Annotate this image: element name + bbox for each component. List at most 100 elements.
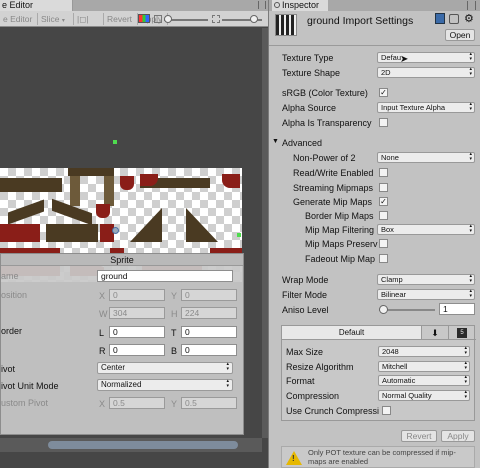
read-write-checkbox[interactable] [379, 168, 388, 177]
generate-mipmaps-label: Generate Mip Maps [293, 197, 373, 207]
resize-algorithm-dropdown[interactable]: Mitchell [378, 361, 470, 372]
open-button[interactable]: Open [445, 29, 475, 41]
streaming-mipmaps-checkbox[interactable] [379, 183, 388, 192]
tile [68, 168, 114, 176]
wrap-mode-dropdown[interactable]: Clamp [377, 274, 475, 285]
fadeout-mipmaps-checkbox[interactable] [379, 254, 388, 263]
resize-algorithm-label: Resize Algorithm [286, 362, 354, 372]
l-label: L [99, 328, 105, 338]
border-r-field[interactable]: 0 [109, 344, 165, 356]
editor-mode-dropdown[interactable]: e Editor ▾ [0, 13, 38, 36]
generate-mipmaps-checkbox[interactable]: ✓ [379, 197, 388, 206]
inspector-tab-label: Inspector [282, 0, 320, 10]
format-label: Format [286, 376, 315, 386]
mip-preserve-checkbox[interactable] [379, 239, 388, 248]
apply-button[interactable]: Apply [441, 430, 475, 442]
read-write-label: Read/Write Enabled [293, 168, 374, 178]
sprite-corner-handle[interactable] [237, 233, 241, 237]
crunch-compression-checkbox[interactable] [382, 406, 391, 415]
trim-button[interactable]: |◻| [74, 13, 104, 25]
tile [0, 178, 62, 192]
position-y-field[interactable]: 0 [181, 289, 237, 301]
tile [100, 224, 114, 242]
mip-filtering-dropdown[interactable]: Box [377, 224, 475, 235]
format-dropdown[interactable]: Automatic [378, 375, 470, 386]
w-label: W [99, 309, 108, 319]
tab-menu-icon[interactable] [467, 1, 476, 10]
aniso-level-field[interactable]: 1 [439, 303, 475, 315]
max-size-dropdown[interactable]: 2048 [378, 346, 470, 357]
border-b-field[interactable]: 0 [181, 344, 237, 356]
advanced-foldout[interactable]: Advanced [282, 138, 322, 148]
pivot-unit-mode-dropdown[interactable]: Normalized [97, 379, 233, 391]
position-label: osition [1, 290, 28, 300]
mip-small-icon [212, 15, 220, 23]
custom-pivot-label: ustom Pivot [1, 398, 49, 408]
inspector-tab[interactable]: Inspector [272, 0, 328, 11]
filter-mode-dropdown[interactable]: Bilinear [377, 289, 475, 300]
sprite-editor-tab[interactable]: e Editor [0, 0, 73, 11]
texture-thumbnail-icon [275, 14, 297, 36]
alpha-slider-thumb[interactable] [164, 15, 172, 23]
custom-pivot-x-field[interactable]: 0.5 [109, 397, 165, 409]
triangle-down-icon[interactable]: ▼ [272, 138, 279, 145]
platform-settings-panel: Default ⬇ 5 Max Size 2048 Resize Algorit… [281, 325, 476, 421]
border-l-field[interactable]: 0 [109, 326, 165, 338]
slice-label: Slice [41, 14, 60, 24]
border-mipmaps-checkbox[interactable] [379, 211, 388, 220]
texture-shape-label: Texture Shape [282, 68, 341, 78]
tile [8, 199, 44, 225]
warning-helpbox: ! Only POT texture can be compressed if … [281, 446, 475, 468]
compression-dropdown[interactable]: Normal Quality [378, 390, 470, 401]
npot-dropdown[interactable]: None [377, 152, 475, 163]
pivot-handle[interactable] [112, 227, 119, 234]
html5-icon: 5 [457, 328, 467, 338]
slice-dropdown[interactable]: Slice ▾ [38, 13, 74, 25]
aniso-slider-thumb[interactable] [379, 305, 388, 314]
sprite-panel: Sprite ame ground osition X 0 Y 0 W 304 … [0, 253, 244, 435]
crunch-compression-label: Use Crunch Compressi [286, 406, 380, 416]
srgb-label: sRGB (Color Texture) [282, 88, 368, 98]
texture-shape-dropdown[interactable]: 2D [377, 67, 475, 78]
alpha-source-label: Alpha Source [282, 103, 337, 113]
gear-icon[interactable]: ⚙ [464, 12, 474, 25]
pivot-label: ivot [1, 364, 16, 374]
platform-tab-webgl[interactable]: 5 [449, 326, 476, 340]
alpha-transparency-checkbox[interactable] [379, 118, 388, 127]
height-field[interactable]: 224 [181, 307, 237, 319]
alpha-icon [154, 15, 162, 23]
npot-label: Non-Power of 2 [293, 153, 356, 163]
horizontal-scrollbar-thumb[interactable] [48, 441, 238, 449]
alpha-source-dropdown[interactable]: Input Texture Alpha [377, 102, 475, 113]
sprite-corner-handle[interactable] [113, 140, 117, 144]
width-field[interactable]: 304 [109, 307, 165, 319]
preset-icon[interactable] [449, 14, 459, 24]
tile [222, 174, 240, 188]
revert-button[interactable]: Revert [401, 430, 437, 442]
srgb-checkbox[interactable]: ✓ [379, 88, 388, 97]
border-mipmaps-label: Border Mip Maps [305, 211, 374, 221]
name-field[interactable]: ground [97, 270, 233, 282]
import-settings-title: ground Import Settings [307, 15, 414, 27]
pivot-dropdown[interactable]: Center [97, 362, 233, 374]
custom-pivot-y-field[interactable]: 0.5 [181, 397, 237, 409]
texture-type-dropdown[interactable]: Defau [377, 52, 475, 63]
name-label: ame [1, 271, 19, 281]
compression-label: Compression [286, 391, 340, 401]
mip-slider-thumb[interactable] [250, 15, 258, 23]
texture-type-label: Texture Type [282, 53, 334, 63]
alpha-transparency-label: Alpha Is Transparency [282, 118, 372, 128]
position-x-field[interactable]: 0 [109, 289, 165, 301]
toolbar-revert-button[interactable]: Revert [104, 13, 138, 25]
border-t-field[interactable]: 0 [181, 326, 237, 338]
t-label: T [171, 328, 177, 338]
download-standalone-icon[interactable]: ⬇ [422, 326, 449, 340]
aniso-level-label: Aniso Level [282, 305, 329, 315]
warning-icon-mark: ! [292, 454, 295, 463]
color-channel-icon[interactable] [138, 14, 150, 23]
platform-tab-default[interactable]: Default [282, 326, 422, 340]
tile [186, 208, 218, 242]
tab-menu-icon[interactable] [258, 1, 266, 9]
mip-filtering-label: Mip Map Filtering [305, 225, 375, 235]
book-help-icon[interactable] [435, 13, 445, 24]
